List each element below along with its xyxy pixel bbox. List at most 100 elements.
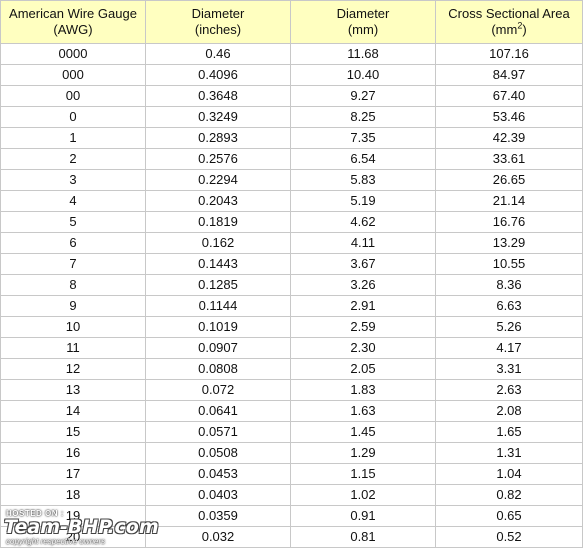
- cell-cross-sectional-area: 26.65: [435, 169, 583, 191]
- table-row: 8 0.1285 3.26 8.36: [0, 274, 583, 296]
- cell-cross-sectional-area: 1.31: [435, 442, 583, 464]
- cell-diameter-mm: 9.27: [290, 85, 436, 107]
- cell-cross-sectional-area: 5.26: [435, 316, 583, 338]
- cell-diameter-inches: 0.0641: [145, 400, 291, 422]
- cell-cross-sectional-area: 4.17: [435, 337, 583, 359]
- cell-diameter-inches: 0.1819: [145, 211, 291, 233]
- table-row: 2 0.2576 6.54 33.61: [0, 148, 583, 170]
- cell-diameter-mm: 1.83: [290, 379, 436, 401]
- cell-diameter-mm: 0.81: [290, 526, 436, 548]
- cell-diameter-mm: 7.35: [290, 127, 436, 149]
- cell-cross-sectional-area: 6.63: [435, 295, 583, 317]
- cell-cross-sectional-area: 84.97: [435, 64, 583, 86]
- cell-awg: 5: [0, 211, 146, 233]
- cell-cross-sectional-area: 33.61: [435, 148, 583, 170]
- table-row: 1 0.2893 7.35 42.39: [0, 127, 583, 149]
- cell-cross-sectional-area: 3.31: [435, 358, 583, 380]
- cell-diameter-inches: 0.162: [145, 232, 291, 254]
- cell-diameter-inches: 0.3648: [145, 85, 291, 107]
- table-row: 16 0.0508 1.29 1.31: [0, 442, 583, 464]
- header-awg: American Wire Gauge (AWG): [0, 0, 146, 44]
- cell-diameter-mm: 1.15: [290, 463, 436, 485]
- cell-awg: 1: [0, 127, 146, 149]
- cell-awg: 14: [0, 400, 146, 422]
- cell-cross-sectional-area: 13.29: [435, 232, 583, 254]
- table-row: 17 0.0453 1.15 1.04: [0, 463, 583, 485]
- header-area-unit: (mm2): [437, 21, 582, 38]
- header-diameter-inches-title: Diameter: [191, 6, 245, 21]
- cell-diameter-mm: 3.26: [290, 274, 436, 296]
- cell-diameter-inches: 0.1443: [145, 253, 291, 275]
- cell-awg: 9: [0, 295, 146, 317]
- cell-diameter-inches: 0.46: [145, 43, 291, 65]
- cell-diameter-inches: 0.2294: [145, 169, 291, 191]
- table-row: 13 0.072 1.83 2.63: [0, 379, 583, 401]
- table-row: 15 0.0571 1.45 1.65: [0, 421, 583, 443]
- cell-awg: 11: [0, 337, 146, 359]
- cell-awg: 8: [0, 274, 146, 296]
- cell-diameter-mm: 1.29: [290, 442, 436, 464]
- cell-diameter-mm: 6.54: [290, 148, 436, 170]
- cell-cross-sectional-area: 1.65: [435, 421, 583, 443]
- cell-awg: 4: [0, 190, 146, 212]
- table-row: 19 0.0359 0.91 0.65: [0, 505, 583, 527]
- table-body: 0000 0.46 11.68 107.16 000 0.4096 10.40 84.97 00…: [0, 43, 583, 548]
- cell-diameter-mm: 4.62: [290, 211, 436, 233]
- table-header: American Wire Gauge (AWG) Diameter (inch…: [0, 0, 583, 44]
- table-row: 9 0.1144 2.91 6.63: [0, 295, 583, 317]
- header-awg-title: American Wire Gauge: [9, 6, 137, 21]
- cell-diameter-mm: 4.11: [290, 232, 436, 254]
- cell-diameter-inches: 0.4096: [145, 64, 291, 86]
- cell-diameter-mm: 11.68: [290, 43, 436, 65]
- header-awg-unit: (AWG): [53, 22, 93, 37]
- header-diameter-inches-unit: (inches): [194, 22, 242, 37]
- cell-diameter-inches: 0.2043: [145, 190, 291, 212]
- cell-diameter-inches: 0.0508: [145, 442, 291, 464]
- cell-diameter-mm: 2.91: [290, 295, 436, 317]
- cell-awg: 10: [0, 316, 146, 338]
- cell-awg: 0: [0, 106, 146, 128]
- cell-diameter-inches: 0.2893: [145, 127, 291, 149]
- awg-table: American Wire Gauge (AWG) Diameter (inch…: [0, 0, 583, 548]
- cell-awg: 15: [0, 421, 146, 443]
- header-row: American Wire Gauge (AWG) Diameter (inch…: [0, 0, 583, 44]
- cell-cross-sectional-area: 21.14: [435, 190, 583, 212]
- cell-awg: 000: [0, 64, 146, 86]
- cell-diameter-mm: 1.45: [290, 421, 436, 443]
- table-row: 0 0.3249 8.25 53.46: [0, 106, 583, 128]
- cell-diameter-inches: 0.072: [145, 379, 291, 401]
- table-row: 7 0.1443 3.67 10.55: [0, 253, 583, 275]
- cell-diameter-mm: 2.59: [290, 316, 436, 338]
- cell-awg: 3: [0, 169, 146, 191]
- table-row: 6 0.162 4.11 13.29: [0, 232, 583, 254]
- cell-diameter-inches: 0.1019: [145, 316, 291, 338]
- table-row: 4 0.2043 5.19 21.14: [0, 190, 583, 212]
- cell-diameter-inches: 0.3249: [145, 106, 291, 128]
- cell-awg: 19: [0, 505, 146, 527]
- cell-awg: 0000: [0, 43, 146, 65]
- cell-diameter-inches: 0.1285: [145, 274, 291, 296]
- cell-diameter-inches: 0.0571: [145, 421, 291, 443]
- cell-cross-sectional-area: 0.82: [435, 484, 583, 506]
- cell-awg: 17: [0, 463, 146, 485]
- cell-diameter-mm: 8.25: [290, 106, 436, 128]
- table-row: 5 0.1819 4.62 16.76: [0, 211, 583, 233]
- cell-cross-sectional-area: 53.46: [435, 106, 583, 128]
- cell-awg: 13: [0, 379, 146, 401]
- cell-diameter-mm: 5.19: [290, 190, 436, 212]
- cell-diameter-inches: 0.032: [145, 526, 291, 548]
- cell-cross-sectional-area: 42.39: [435, 127, 583, 149]
- cell-cross-sectional-area: 0.52: [435, 526, 583, 548]
- cell-awg: 00: [0, 85, 146, 107]
- cell-cross-sectional-area: 10.55: [435, 253, 583, 275]
- cell-diameter-mm: 0.91: [290, 505, 436, 527]
- cell-diameter-inches: 0.0907: [145, 337, 291, 359]
- cell-awg: 7: [0, 253, 146, 275]
- cell-cross-sectional-area: 107.16: [435, 43, 583, 65]
- cell-diameter-inches: 0.0453: [145, 463, 291, 485]
- header-area-unit-open: (mm: [491, 22, 518, 37]
- cell-cross-sectional-area: 1.04: [435, 463, 583, 485]
- cell-diameter-mm: 5.83: [290, 169, 436, 191]
- header-diameter-mm-unit: (mm): [347, 22, 379, 37]
- header-diameter-mm-title: Diameter: [336, 6, 390, 21]
